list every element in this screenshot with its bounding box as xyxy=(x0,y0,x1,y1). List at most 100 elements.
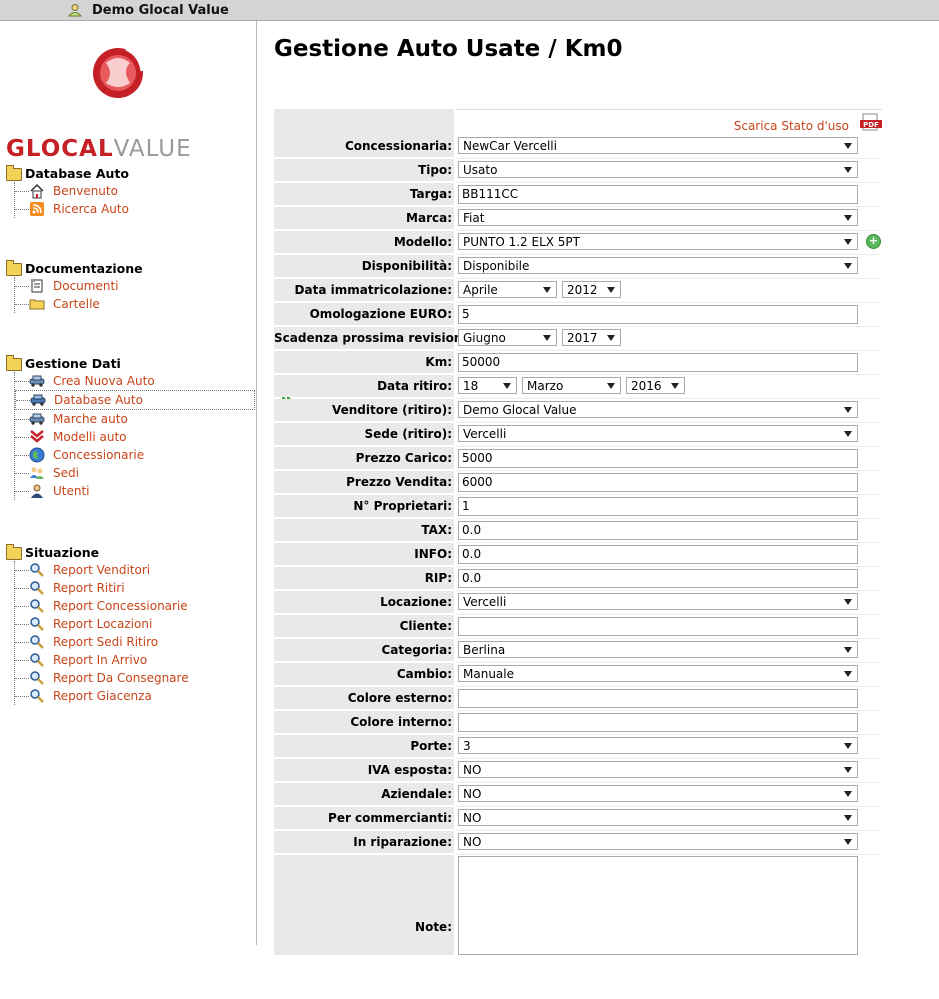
sede-select[interactable]: Vercelli xyxy=(458,425,858,442)
car-add-icon xyxy=(29,375,45,387)
row-categoria: Categoria: Berlina xyxy=(274,639,884,663)
chevron-down-icon xyxy=(844,647,852,653)
note-textarea[interactable] xyxy=(458,856,858,955)
colore-interno-input[interactable] xyxy=(458,713,858,732)
info-input[interactable]: 0.0 xyxy=(458,545,858,564)
sidebar-item-report-ritiri[interactable]: Report Ritiri xyxy=(15,579,189,597)
section-situazione: Situazione Report Venditori Report Ritir… xyxy=(6,544,189,705)
sidebar-item-utenti[interactable]: Utenti xyxy=(15,482,255,500)
riparazione-select[interactable]: NO xyxy=(458,833,858,850)
field-label: Locazione: xyxy=(274,591,454,613)
field-label: Omologazione EURO: xyxy=(274,303,454,325)
sidebar-item-report-locazioni[interactable]: Report Locazioni xyxy=(15,615,189,633)
venditore-select[interactable]: Demo Glocal Value xyxy=(458,401,858,418)
ritiro-day-select[interactable]: 18 xyxy=(458,377,517,394)
model-icon xyxy=(30,430,44,443)
ritiro-year-select[interactable]: 2016 xyxy=(626,377,685,394)
section-gestione-dati: Gestione Dati Crea Nuova Auto Database A… xyxy=(6,355,292,500)
field-label: Scadenza prossima revisione: xyxy=(274,327,475,349)
omologazione-input[interactable]: 5 xyxy=(458,305,858,324)
immatricolazione-year-select[interactable]: 2012 xyxy=(562,281,621,298)
sidebar-item-report-giacenza[interactable]: Report Giacenza xyxy=(15,687,189,705)
sidebar-item-report-venditori[interactable]: Report Venditori xyxy=(15,561,189,579)
field-label: Cliente: xyxy=(274,615,454,637)
section-title[interactable]: Documentazione xyxy=(6,260,143,277)
concessionaria-select[interactable]: NewCar Vercelli xyxy=(458,137,858,154)
row-data-immatricolazione: Data immatricolazione: Aprile 2012 xyxy=(274,279,884,303)
locazione-select[interactable]: Vercelli xyxy=(458,593,858,610)
sidebar-item-cartelle[interactable]: Cartelle xyxy=(15,295,143,313)
proprietari-input[interactable]: 1 xyxy=(458,497,858,516)
sidebar-item-marche-auto[interactable]: Marche auto xyxy=(15,410,255,428)
immatricolazione-month-select[interactable]: Aprile xyxy=(458,281,557,298)
user-name: Demo Glocal Value xyxy=(92,3,229,18)
magnifier-icon xyxy=(30,617,44,631)
marca-select[interactable]: Fiat xyxy=(458,209,858,226)
sidebar-item-concessionarie[interactable]: Concessionarie xyxy=(15,446,255,464)
row-colore-interno: Colore interno: xyxy=(274,711,884,735)
modello-select[interactable]: PUNTO 1.2 ELX 5PT xyxy=(458,233,858,250)
colore-esterno-input[interactable] xyxy=(458,689,858,708)
row-km: Km: 50000 xyxy=(274,351,884,375)
disponibilita-select[interactable]: Disponibile xyxy=(458,257,858,274)
tipo-select[interactable]: Usato xyxy=(458,161,858,178)
section-title[interactable]: Gestione Dati xyxy=(6,355,255,372)
targa-input[interactable]: BB111CC xyxy=(458,185,858,204)
revisione-month-select[interactable]: Giugno xyxy=(458,329,557,346)
svg-text:PDF: PDF xyxy=(863,121,879,129)
magnifier-icon xyxy=(30,599,44,613)
chevron-down-icon xyxy=(844,743,852,749)
sidebar-item-modelli-auto[interactable]: Modelli auto xyxy=(15,428,255,446)
iva-select[interactable]: NO xyxy=(458,761,858,778)
row-info: INFO: 0.0 xyxy=(274,543,884,567)
ritiro-month-select[interactable]: Marzo xyxy=(522,377,621,394)
prezzo-vendita-input[interactable]: 6000 xyxy=(458,473,858,492)
add-model-icon[interactable]: + xyxy=(866,234,881,249)
revisione-year-select[interactable]: 2017 xyxy=(562,329,621,346)
tax-input[interactable]: 0.0 xyxy=(458,521,858,540)
top-bar: Demo Glocal Value xyxy=(0,0,939,21)
sidebar-item-report-da-consegnare[interactable]: Report Da Consegnare xyxy=(15,669,189,687)
km-input[interactable]: 50000 xyxy=(458,353,858,372)
sidebar-item-report-in-arrivo[interactable]: Report In Arrivo xyxy=(15,651,189,669)
cambio-select[interactable]: Manuale xyxy=(458,665,858,682)
row-porte: Porte: 3 xyxy=(274,735,884,759)
field-label: Note: xyxy=(274,855,454,955)
row-tipo: Tipo: Usato xyxy=(274,159,884,183)
sidebar-item-database-auto[interactable]: Database Auto xyxy=(15,390,292,410)
prezzo-carico-input[interactable]: 5000 xyxy=(458,449,858,468)
section-title[interactable]: Database Auto xyxy=(6,165,129,182)
field-label: Per commercianti: xyxy=(274,807,454,829)
folder-icon xyxy=(29,299,45,310)
sidebar-item-documenti[interactable]: Documenti xyxy=(15,277,143,295)
sidebar-item-benvenuto[interactable]: Benvenuto xyxy=(15,182,129,200)
chevron-down-icon xyxy=(503,383,511,389)
sidebar-item-sedi[interactable]: Sedi xyxy=(15,464,255,482)
download-pdf-link[interactable]: Scarica Stato d'uso xyxy=(734,119,849,133)
aziendale-select[interactable]: NO xyxy=(458,785,858,802)
row-note: Note: xyxy=(274,855,884,955)
page-title: Gestione Auto Usate / Km0 xyxy=(274,36,623,62)
logo-emblem xyxy=(93,47,144,98)
sidebar-item-report-concessionarie[interactable]: Report Concessionarie xyxy=(15,597,189,615)
rip-input[interactable]: 0.0 xyxy=(458,569,858,588)
sidebar: GLOCALVALUE Database Auto Benvenuto Rice… xyxy=(0,21,292,945)
sidebar-item-crea-nuova-auto[interactable]: Crea Nuova Auto xyxy=(15,372,255,390)
chevron-down-icon xyxy=(844,599,852,605)
categoria-select[interactable]: Berlina xyxy=(458,641,858,658)
field-label: Prezzo Carico: xyxy=(274,447,454,469)
pdf-icon[interactable]: PDF xyxy=(860,113,882,131)
commercianti-select[interactable]: NO xyxy=(458,809,858,826)
row-targa: Targa: BB111CC xyxy=(274,183,884,207)
cliente-input[interactable] xyxy=(458,617,858,636)
porte-select[interactable]: 3 xyxy=(458,737,858,754)
chevron-down-icon xyxy=(543,335,551,341)
field-label: Marca: xyxy=(274,207,454,229)
field-label: Colore esterno: xyxy=(274,687,454,709)
section-title[interactable]: Situazione xyxy=(6,544,189,561)
folder-icon xyxy=(6,355,22,371)
home-icon xyxy=(30,183,44,199)
sidebar-item-report-sedi-ritiro[interactable]: Report Sedi Ritiro xyxy=(15,633,189,651)
magnifier-icon xyxy=(30,671,44,685)
sidebar-item-ricerca-auto[interactable]: Ricerca Auto xyxy=(15,200,129,218)
